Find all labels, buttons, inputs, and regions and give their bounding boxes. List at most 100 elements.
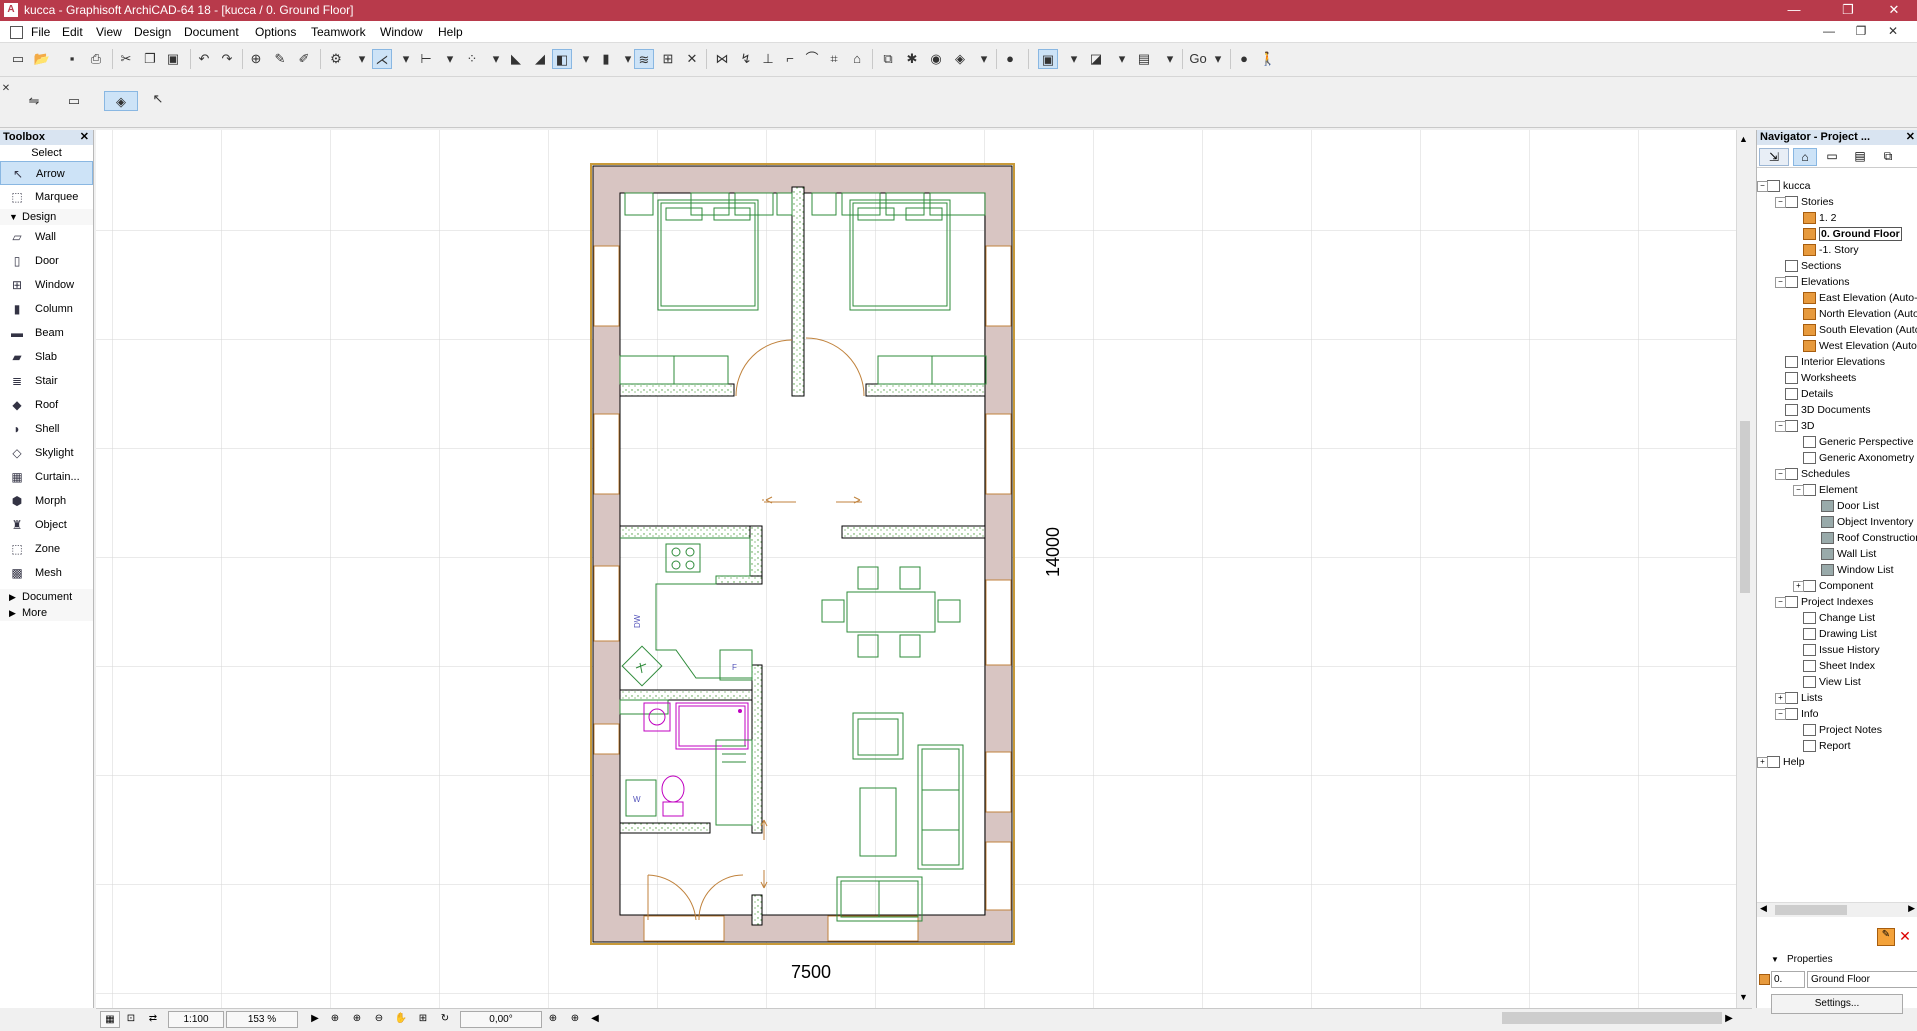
dimension-height[interactable]: 14000 [1043,527,1063,577]
menu-window[interactable]: Window [380,25,423,39]
scroll-thumb[interactable] [1775,905,1847,915]
pick-up-parameters-icon[interactable]: ✎ [270,49,290,69]
tool-arrow[interactable]: ↖ Arrow [0,161,93,185]
print-icon[interactable]: ⎙ [86,49,106,69]
tree-item[interactable]: 3D Documents [1785,402,1870,418]
roof-trim-icon[interactable]: ⌂ [847,49,867,69]
scroll-right-icon[interactable]: ▶ [1908,903,1915,914]
collapse-icon[interactable]: − [1775,597,1786,608]
scroll-left-icon[interactable]: ◀ [1760,903,1767,914]
zoom-out-icon[interactable]: ⊖ [370,1011,388,1026]
floor-plan-icon[interactable]: ▦ [100,1011,120,1028]
delete-icon[interactable]: ✕ [1897,928,1913,944]
rotate-view-icon[interactable]: ↻ [436,1011,454,1026]
close-icon[interactable]: ✕ [0,79,12,99]
go-dropdown-icon[interactable]: ▾ [1208,49,1228,69]
arrow-cursor-icon[interactable]: ↖ [148,89,168,109]
new-file-icon[interactable]: ▭ [8,49,28,69]
trace-icon[interactable]: ◣ [506,49,526,69]
tree-item[interactable]: Drawing List [1803,626,1877,642]
floor-plan-dropdown-icon[interactable]: ▾ [1064,49,1084,69]
tree-item[interactable]: − Project Indexes [1775,594,1873,610]
publish-icon[interactable]: ◉ [926,49,946,69]
tool-roof[interactable]: ◆ Roof [0,393,93,417]
scroll-left-icon[interactable]: ◀ [590,1011,600,1026]
gravity-icon[interactable]: ⚙ [326,49,346,69]
tree-item[interactable]: − Elevations [1775,274,1849,290]
menu-help[interactable]: Help [438,25,463,39]
tree-item[interactable]: + Help [1757,754,1805,770]
dimension-width[interactable]: 7500 [791,962,831,982]
mdi-restore-button[interactable]: ❐ [1846,24,1876,38]
copy-icon[interactable]: ❐ [140,49,160,69]
layer-icon[interactable]: ⇄ [144,1011,162,1026]
go-button[interactable]: Go [1186,49,1210,69]
collapse-icon[interactable]: − [1775,277,1786,288]
magic-wand-dropdown-icon[interactable]: ▾ [396,49,416,69]
menu-teamwork[interactable]: Teamwork [311,25,366,39]
walk-icon[interactable]: 🚶 [1258,49,1278,69]
menu-options[interactable]: Options [255,25,296,39]
collapse-icon[interactable]: − [1757,181,1768,192]
scroll-down-icon[interactable]: ▼ [1739,992,1748,1002]
navigator-menu-icon[interactable]: ⇲ [1759,148,1789,166]
tree-item[interactable]: Window List [1821,562,1894,578]
curve-icon[interactable]: ⌒ [802,49,822,69]
offset-icon[interactable]: ⊥ [758,49,778,69]
tree-item[interactable]: Details [1785,386,1833,402]
tree-item[interactable]: Change List [1803,610,1875,626]
tree-item[interactable]: Issue History [1803,642,1880,658]
document-group[interactable]: ▶ Document [0,589,93,605]
3d-view-icon[interactable]: ◪ [1086,49,1106,69]
close-icon[interactable]: ✕ [1906,130,1915,145]
tree-item[interactable]: East Elevation (Auto-rebuild Model) [1803,290,1917,306]
tool-wall[interactable]: ▱ Wall [0,225,93,249]
tree-item[interactable]: 1. 2 [1803,210,1837,226]
tree-item[interactable]: Door List [1821,498,1879,514]
tool-shell[interactable]: ◗ Shell [0,417,93,441]
3d-view-dropdown-icon[interactable]: ▾ [1112,49,1132,69]
zoom-in-icon[interactable]: ⊕ [348,1011,366,1026]
floor-plan-canvas[interactable]: 7500 14000 DW F W [96,130,1736,1008]
tree-item[interactable]: Wall List [1821,546,1876,562]
floor-plan-view-icon[interactable]: ▣ [1038,49,1058,69]
render-icon[interactable]: ◈ [950,49,970,69]
design-group[interactable]: ▼ Design [0,209,93,225]
expand-icon[interactable]: + [1775,693,1786,704]
tree-item[interactable]: − Element [1793,482,1858,498]
tool-door[interactable]: ▯ Door [0,249,93,273]
guide-lines-dropdown-icon[interactable]: ▾ [440,49,460,69]
tool-mesh[interactable]: ▩ Mesh [0,561,93,585]
collapse-icon[interactable]: − [1775,469,1786,480]
selection-method-icon[interactable]: ⇋ [24,91,44,111]
explode-icon[interactable]: ✱ [902,49,922,69]
scroll-thumb[interactable] [1740,421,1750,593]
inject-parameters-icon[interactable]: ✐ [294,49,314,69]
tree-item[interactable]: − kucca [1757,178,1810,194]
zoom-selection-icon[interactable]: ⊕ [544,1011,562,1026]
tree-item[interactable]: South Elevation (Auto-rebuild Model) [1803,322,1917,338]
publisher-icon[interactable]: ⧉ [1877,148,1899,164]
pen-icon[interactable]: ▮ [596,49,616,69]
tree-item[interactable]: − Schedules [1775,466,1850,482]
more-group[interactable]: ▶ More [0,605,93,621]
angle-field[interactable]: 0,00° [460,1011,542,1028]
tree-item[interactable]: Generic Axonometry [1803,450,1914,466]
fit-window-icon[interactable]: ⊞ [414,1011,432,1026]
story-number-field[interactable]: 0. [1771,971,1805,988]
tree-item[interactable]: Object Inventory [1821,514,1913,530]
navigator-horizontal-scrollbar[interactable]: ◀ ▶ [1757,902,1917,917]
tree-item[interactable]: Sheet Index [1803,658,1875,674]
tree-item[interactable]: Roof Construction [1821,530,1917,546]
open-file-icon[interactable]: 📂 [32,49,52,69]
render-dropdown-icon[interactable]: ▾ [974,49,994,69]
scroll-right-icon[interactable]: ▶ [1724,1011,1734,1026]
tree-item[interactable]: Interior Elevations [1785,354,1885,370]
triangle-right-icon[interactable]: ▶ [308,1011,322,1026]
menu-file[interactable]: File [31,25,50,39]
grid-snap-icon[interactable]: ⁘ [462,49,482,69]
scale-field[interactable]: 1:100 [168,1011,224,1028]
expand-icon[interactable]: + [1793,581,1804,592]
redo-icon[interactable]: ↷ [217,49,237,69]
split-icon[interactable]: ⌗ [824,49,844,69]
